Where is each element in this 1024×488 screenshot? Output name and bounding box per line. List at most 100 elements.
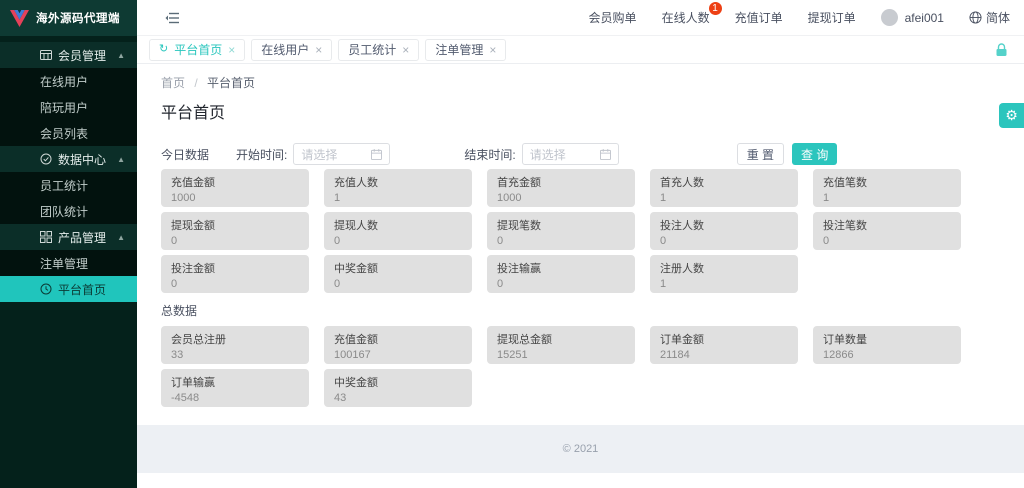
page-title: 平台首页 [161, 99, 1000, 123]
chevron-up-icon: ▲ [117, 51, 125, 60]
username: afei001 [905, 11, 944, 25]
sidebar-item-label: 会员列表 [40, 125, 88, 142]
stat-card-value: 21184 [660, 349, 788, 361]
stat-card-value: 1 [660, 278, 788, 290]
main-area: 会员购单 在线人数 1 充值订单 提现订单 afei001 简体 [137, 0, 1024, 488]
close-icon[interactable]: × [402, 44, 409, 56]
avatar [881, 9, 898, 26]
stat-card: 订单输赢 -4548 [161, 369, 309, 407]
stat-card-value: 1 [660, 192, 788, 204]
calendar-icon [371, 149, 382, 160]
stat-card: 充值金额 100167 [324, 326, 472, 364]
stat-card: 首充金额 1000 [487, 169, 635, 207]
tab-bet-order-mgmt[interactable]: 注单管理 × [425, 39, 506, 61]
stat-card: 充值笔数 1 [813, 169, 961, 207]
total-section-label: 总数据 [161, 302, 1000, 319]
appstore-icon [40, 231, 52, 246]
tab-online-users[interactable]: 在线用户 × [251, 39, 332, 61]
end-date-picker[interactable]: 请选择 [522, 143, 619, 165]
reset-button[interactable]: 重 置 [737, 143, 784, 165]
stat-card: 中奖金额 43 [324, 369, 472, 407]
breadcrumb-separator: / [194, 76, 197, 90]
settings-gear-button[interactable]: ⚙ [999, 103, 1024, 128]
refresh-icon[interactable]: ↻ [159, 44, 168, 55]
stat-card-value: 0 [334, 278, 462, 290]
dashboard-icon [40, 283, 52, 298]
tab-platform-home[interactable]: ↻ 平台首页 × [149, 39, 245, 61]
topnav-right: 会员购单 在线人数 1 充值订单 提现订单 afei001 简体 [589, 9, 1010, 26]
stat-card-value: 0 [171, 278, 299, 290]
stat-card-label: 订单输赢 [171, 374, 299, 390]
breadcrumb-current: 平台首页 [207, 76, 255, 90]
sidebar-item-member-list[interactable]: 会员列表 [0, 120, 137, 146]
stat-card-label: 充值金额 [171, 174, 299, 190]
search-button[interactable]: 查 询 [792, 143, 837, 165]
app-window: 海外源码代理端 会员管理 ▲ 在线用户 陪玩用户 会员列表 数据中心 ▲ 员工统… [0, 0, 1024, 488]
stat-card-value: 1 [823, 192, 951, 204]
sidebar-item-platform-home[interactable]: 平台首页 [0, 276, 137, 302]
stat-card-value: 12866 [823, 349, 951, 361]
stat-card-value: 0 [497, 278, 625, 290]
globe-icon [969, 11, 982, 24]
stat-card-label: 提现人数 [334, 217, 462, 233]
stat-card-label: 中奖金额 [334, 374, 462, 390]
stat-card-label: 订单金额 [660, 331, 788, 347]
close-icon[interactable]: × [315, 44, 322, 56]
sidebar-item-online-users[interactable]: 在线用户 [0, 68, 137, 94]
tab-staff-stats[interactable]: 员工统计 × [338, 39, 419, 61]
breadcrumb-home[interactable]: 首页 [161, 76, 185, 90]
sidebar-section-data-center[interactable]: 数据中心 ▲ [0, 146, 137, 172]
stat-card-label: 充值人数 [334, 174, 462, 190]
stat-card: 提现总金额 15251 [487, 326, 635, 364]
menu-fold-icon[interactable] [165, 12, 180, 24]
lock-icon[interactable] [995, 43, 1008, 62]
user-menu[interactable]: afei001 [881, 9, 944, 26]
stat-card-value: 0 [823, 235, 951, 247]
stat-card-label: 中奖金额 [334, 260, 462, 276]
gear-icon: ⚙ [1005, 107, 1018, 124]
end-time-label: 结束时间: [464, 146, 515, 163]
stat-card-value: 100167 [334, 349, 462, 361]
stat-card-value: 1000 [497, 192, 625, 204]
stat-card-value: -4548 [171, 392, 299, 404]
nav-online-count[interactable]: 在线人数 1 [662, 9, 710, 26]
stat-card-label: 投注金额 [171, 260, 299, 276]
sidebar-section-product-mgmt[interactable]: 产品管理 ▲ [0, 224, 137, 250]
filter-row: 今日数据 开始时间: 请选择 结束时间: 请选择 重 置 查 询 [161, 143, 1000, 165]
stat-card: 提现金额 0 [161, 212, 309, 250]
stat-card: 投注金额 0 [161, 255, 309, 293]
sidebar-section-member-mgmt[interactable]: 会员管理 ▲ [0, 42, 137, 68]
sidebar-item-companion-users[interactable]: 陪玩用户 [0, 94, 137, 120]
stat-card-value: 15251 [497, 349, 625, 361]
page-content: 首页 / 平台首页 平台首页 今日数据 开始时间: 请选择 结束时间: 请选择 … [137, 64, 1024, 407]
today-section-label: 今日数据 [161, 146, 209, 163]
start-time-label: 开始时间: [236, 146, 287, 163]
start-date-picker[interactable]: 请选择 [293, 143, 390, 165]
sidebar-item-bet-order-mgmt[interactable]: 注单管理 [0, 250, 137, 276]
app-title: 海外源码代理端 [36, 10, 120, 26]
total-cards-grid: 会员总注册 33 充值金额 100167 提现总金额 15251 订单 [161, 326, 1000, 407]
sidebar-item-staff-stats[interactable]: 员工统计 [0, 172, 137, 198]
sidebar-item-label: 员工统计 [40, 177, 88, 194]
nav-recharge-orders[interactable]: 充值订单 [735, 9, 783, 26]
sidebar-item-label: 注单管理 [40, 255, 88, 272]
language-switcher[interactable]: 简体 [969, 9, 1010, 26]
app-logo: 海外源码代理端 [0, 0, 137, 36]
nav-online-count-label: 在线人数 [662, 11, 710, 25]
stat-card: 投注人数 0 [650, 212, 798, 250]
stat-card: 提现人数 0 [324, 212, 472, 250]
end-date-placeholder: 请选择 [530, 146, 566, 163]
nav-member-purchase-orders[interactable]: 会员购单 [589, 9, 637, 26]
tab-label: 在线用户 [261, 41, 309, 58]
close-icon[interactable]: × [489, 44, 496, 56]
sidebar-menu: 会员管理 ▲ 在线用户 陪玩用户 会员列表 数据中心 ▲ 员工统计 团队统计 产… [0, 36, 137, 302]
sidebar-item-team-stats[interactable]: 团队统计 [0, 198, 137, 224]
chevron-up-icon: ▲ [117, 233, 125, 242]
stat-card-value: 43 [334, 392, 462, 404]
stat-card: 充值金额 1000 [161, 169, 309, 207]
circle-check-icon [40, 153, 52, 168]
close-icon[interactable]: × [228, 44, 235, 56]
nav-withdraw-orders[interactable]: 提现订单 [808, 9, 856, 26]
tab-label: 员工统计 [348, 41, 396, 58]
stat-card: 中奖金额 0 [324, 255, 472, 293]
